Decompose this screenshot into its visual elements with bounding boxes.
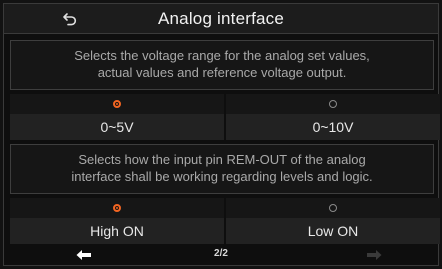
rem-out-text-line2: interface shall be working regarding lev… [71, 169, 373, 184]
voltage-range-description: Selects the voltage range for the analog… [10, 40, 434, 90]
radio-unselected-icon[interactable] [329, 204, 337, 212]
header-bar: Analog interface [4, 4, 438, 34]
rem-out-description: Selects how the input pin REM-OUT of the… [10, 144, 434, 194]
voltage-range-text-line2: actual values and reference voltage outp… [97, 65, 347, 80]
option-0-5v-label: 0~5V [10, 114, 224, 140]
radio-selected-icon[interactable] [113, 204, 121, 212]
option-0-5v[interactable]: 0~5V [10, 94, 224, 140]
voltage-range-text-line1: Selects the voltage range for the analog… [74, 48, 370, 63]
analog-interface-screen: Analog interface Selects the voltage ran… [3, 3, 440, 266]
radio-selected-icon[interactable] [113, 100, 121, 108]
next-page-button[interactable] [364, 247, 384, 263]
footer-bar: 2/2 [4, 245, 438, 265]
option-high-on[interactable]: High ON [10, 198, 224, 244]
page-title: Analog interface [157, 9, 285, 28]
radio-unselected-icon[interactable] [329, 100, 337, 108]
option-low-on[interactable]: Low ON [226, 198, 440, 244]
arrow-right-icon [367, 250, 382, 260]
rem-out-text-line1: Selects how the input pin REM-OUT of the… [78, 152, 366, 167]
option-low-on-label: Low ON [226, 218, 440, 244]
option-0-10v[interactable]: 0~10V [226, 94, 440, 140]
option-high-on-label: High ON [10, 218, 224, 244]
option-0-10v-label: 0~10V [226, 114, 440, 140]
